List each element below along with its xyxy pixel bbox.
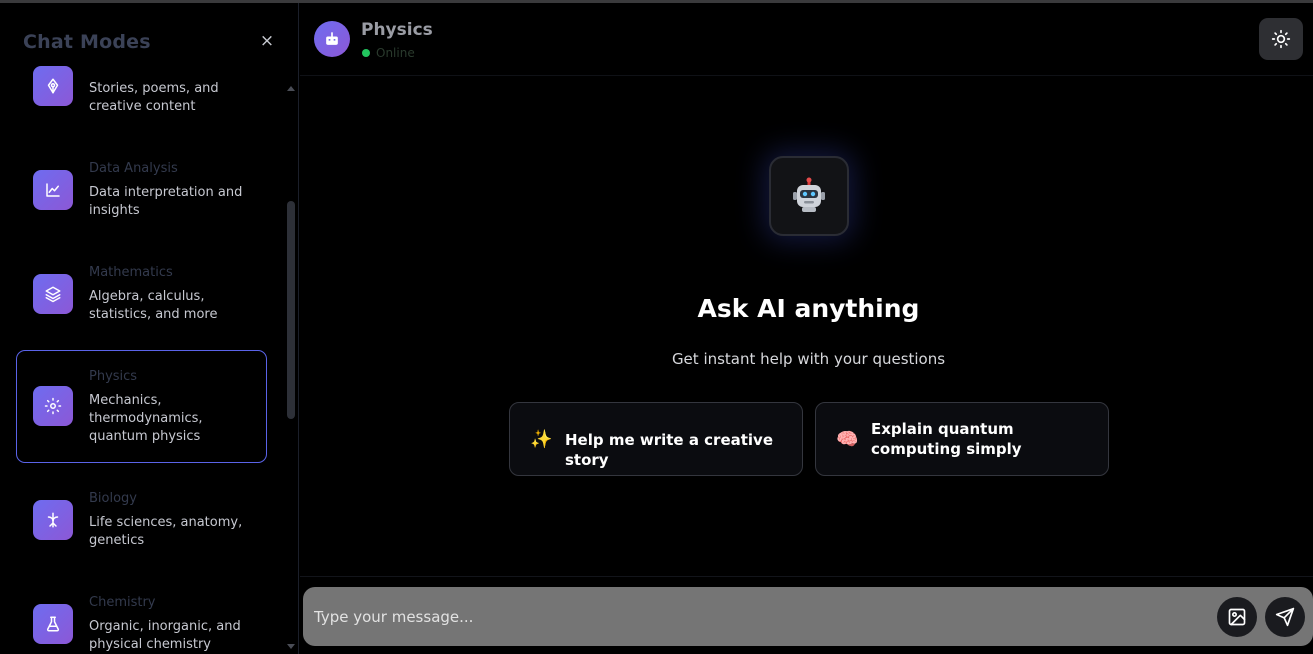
- mode-item-biology[interactable]: Biology Life sciences, anatomy, genetics: [16, 479, 267, 567]
- scroll-up-arrow-icon[interactable]: [287, 86, 295, 91]
- atom-sun-icon: [33, 386, 73, 426]
- suggestion-text: Help me write a creative story: [565, 431, 774, 469]
- hero-title: Ask AI anything: [697, 294, 920, 323]
- sidebar-title: Chat Modes: [23, 31, 151, 53]
- mode-description: Mechanics, thermodynamics, quantum physi…: [89, 393, 203, 444]
- mode-name: Chemistry: [89, 595, 156, 610]
- mode-description: Data interpretation and insights: [89, 185, 243, 218]
- image-icon: [1228, 608, 1246, 626]
- mode-item-mathematics[interactable]: Mathematics Algebra, calculus, statistic…: [16, 253, 267, 341]
- scroll-down-arrow-icon[interactable]: [287, 644, 295, 649]
- chat-modes-sidebar: Chat Modes × Stories, poems, and creativ…: [0, 3, 299, 654]
- mode-name: Physics: [89, 369, 138, 384]
- mode-item-physics[interactable]: Physics Mechanics, thermodynamics, quant…: [16, 350, 267, 463]
- sun-icon: [1271, 29, 1291, 49]
- mode-item-data-analysis[interactable]: Data Analysis Data interpretation and in…: [16, 149, 267, 237]
- mode-description: Organic, inorganic, and physical chemist…: [89, 619, 241, 652]
- mode-description: Life sciences, anatomy, genetics: [89, 515, 243, 548]
- layers-icon: [33, 274, 73, 314]
- robot-emoji-icon: [769, 156, 849, 236]
- send-button[interactable]: [1265, 597, 1305, 637]
- suggestion-text: Explain quantum computing simply: [871, 420, 1022, 458]
- pen-nib-icon: [33, 66, 73, 106]
- scrollbar-thumb[interactable]: [287, 201, 295, 419]
- mode-name: Mathematics: [89, 265, 173, 280]
- flask-icon: [33, 604, 73, 644]
- mode-item-creative-writing[interactable]: Stories, poems, and creative content: [16, 59, 267, 125]
- sparkles-icon: ✨: [530, 429, 553, 450]
- robot-avatar-icon: [314, 21, 350, 57]
- status-indicator: Online: [362, 46, 415, 60]
- theme-toggle-button[interactable]: [1259, 18, 1303, 60]
- status-text: Online: [376, 46, 415, 60]
- hero-subtitle: Get instant help with your questions: [671, 350, 946, 368]
- composer-divider: [300, 576, 1313, 577]
- suggestion-card-quantum-computing[interactable]: 🧠 Explain quantum computing simply: [815, 402, 1109, 476]
- chat-header: Physics Online: [300, 3, 1313, 76]
- send-icon: [1275, 607, 1295, 627]
- dna-icon: [33, 500, 73, 540]
- attach-image-button[interactable]: [1217, 597, 1257, 637]
- mode-name: Biology: [89, 491, 137, 506]
- line-chart-icon: [33, 170, 73, 210]
- chat-title: Physics: [361, 20, 433, 40]
- message-composer: [303, 587, 1313, 646]
- close-icon[interactable]: ×: [256, 30, 278, 52]
- suggestion-card-creative-story[interactable]: ✨ Help me write a creative story: [509, 402, 803, 476]
- online-dot-icon: [362, 49, 370, 57]
- mode-item-chemistry[interactable]: Chemistry Organic, inorganic, and physic…: [16, 583, 267, 654]
- mode-name: Data Analysis: [89, 161, 178, 176]
- mode-description: Stories, poems, and creative content: [89, 81, 219, 114]
- brain-icon: 🧠: [836, 429, 859, 450]
- message-input[interactable]: [303, 587, 1203, 646]
- mode-description: Algebra, calculus, statistics, and more: [89, 289, 218, 322]
